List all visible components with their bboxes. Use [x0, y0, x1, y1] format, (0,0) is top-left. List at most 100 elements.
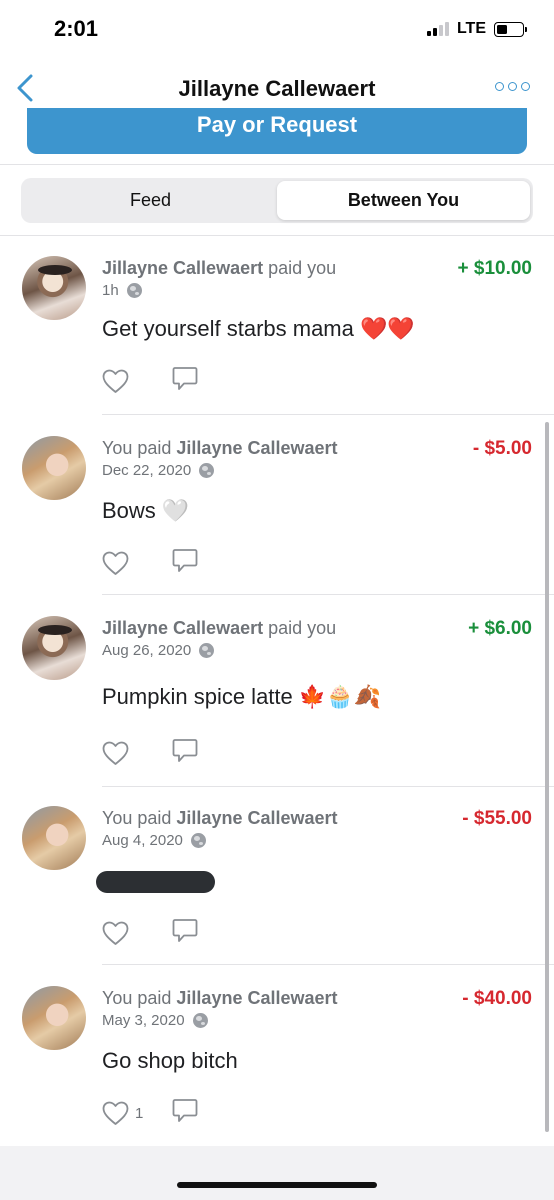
like-button[interactable]: 1 [102, 1101, 172, 1126]
like-button[interactable] [102, 551, 172, 576]
globe-icon [126, 283, 142, 298]
comment-button[interactable] [172, 366, 198, 397]
transaction-description: You paid Jillayne Callewaert [102, 988, 338, 1009]
heart-icon [102, 369, 129, 393]
globe-icon [192, 1013, 208, 1028]
desc-suffix: paid you [263, 618, 337, 638]
desc-suffix: paid you [263, 258, 337, 278]
bottom-bar [0, 1146, 554, 1200]
avatar [22, 986, 86, 1050]
network-type: LTE [456, 20, 486, 37]
feed-item[interactable]: Jillayne Callewaert paid you + $10.00 1h… [0, 236, 554, 416]
transaction-meta: Aug 4, 2020 [102, 832, 206, 849]
payee-name[interactable]: Jillayne Callewaert [176, 988, 337, 1008]
comment-icon [172, 1099, 198, 1122]
globe-icon [190, 833, 206, 848]
feed-segmented-control: Feed Between You [21, 178, 533, 223]
comment-button[interactable] [172, 548, 198, 579]
like-button[interactable] [102, 369, 172, 394]
desc-prefix: You paid [102, 808, 177, 828]
payer-name[interactable]: Jillayne Callewaert [102, 258, 263, 278]
avatar [22, 806, 86, 870]
payee-name[interactable]: Jillayne Callewaert [176, 438, 337, 458]
comment-button[interactable] [172, 1098, 198, 1129]
transaction-message: Bows 🤍 [102, 498, 190, 523]
comment-button[interactable] [172, 918, 198, 949]
signal-icon [426, 22, 449, 36]
timestamp: Dec 22, 2020 [102, 462, 192, 479]
more-dot [521, 82, 530, 91]
redacted-message [96, 871, 215, 893]
like-count: 1 [135, 1105, 144, 1122]
timestamp: Aug 4, 2020 [102, 832, 183, 849]
heart-icon [102, 921, 129, 945]
tab-feed[interactable]: Feed [24, 181, 277, 220]
item-actions [102, 918, 198, 949]
more-options-button[interactable] [495, 82, 530, 91]
pay-or-request-label: Pay or Request [196, 112, 358, 137]
desc-prefix: You paid [102, 988, 177, 1008]
comment-icon [172, 919, 198, 942]
transaction-description: You paid Jillayne Callewaert [102, 438, 338, 459]
comment-icon [172, 367, 198, 390]
comment-icon [172, 549, 198, 572]
transaction-description: Jillayne Callewaert paid you [102, 258, 336, 279]
pay-or-request-button[interactable]: Pay or Request [27, 108, 527, 154]
feed-item[interactable]: Jillayne Callewaert paid you + $6.00 Aug… [0, 596, 554, 787]
payee-name[interactable]: Jillayne Callewaert [176, 808, 337, 828]
divider [102, 414, 554, 415]
timestamp: Aug 26, 2020 [102, 642, 192, 659]
item-actions: 1 [102, 1098, 198, 1129]
feed-item[interactable]: You paid Jillayne Callewaert - $40.00 Ma… [0, 966, 554, 1146]
timestamp: 1h [102, 282, 119, 299]
more-dot [508, 82, 517, 91]
globe-icon [199, 643, 215, 658]
avatar [22, 436, 86, 500]
avatar [22, 256, 86, 320]
transaction-amount: + $6.00 [468, 618, 532, 639]
like-button[interactable] [102, 741, 172, 766]
transaction-message: Go shop bitch [102, 1048, 238, 1073]
tab-between-you[interactable]: Between You [277, 181, 530, 220]
scrollbar[interactable] [545, 422, 549, 1132]
divider [102, 964, 554, 965]
transaction-message: Pumpkin spice latte 🍁🧁🍂 [102, 684, 382, 709]
heart-icon [102, 741, 129, 765]
item-actions [102, 738, 198, 769]
status-indicators: LTE [426, 20, 527, 38]
page-title: Jillayne Callewaert [178, 76, 376, 101]
transaction-message: Get yourself starbs mama ❤️❤️ [102, 316, 415, 341]
heart-icon [102, 1101, 129, 1125]
comment-button[interactable] [172, 738, 198, 769]
like-button[interactable] [102, 921, 172, 946]
home-indicator[interactable] [177, 1182, 377, 1188]
item-actions [102, 366, 198, 397]
transaction-amount: - $5.00 [472, 438, 532, 459]
feed-item[interactable]: You paid Jillayne Callewaert - $55.00 Au… [0, 786, 554, 966]
item-actions [102, 548, 198, 579]
battery-icon [494, 21, 527, 37]
payer-name[interactable]: Jillayne Callewaert [102, 618, 263, 638]
feed-item[interactable]: You paid Jillayne Callewaert - $5.00 Dec… [0, 416, 554, 596]
divider [0, 164, 554, 165]
transaction-amount: + $10.00 [457, 258, 533, 279]
divider [102, 594, 554, 595]
avatar [22, 616, 86, 680]
transaction-meta: Aug 26, 2020 [102, 642, 215, 659]
transaction-feed: Jillayne Callewaert paid you + $10.00 1h… [0, 236, 554, 1146]
status-time: 2:01 [54, 16, 99, 41]
transaction-description: Jillayne Callewaert paid you [102, 618, 336, 639]
comment-icon [172, 739, 198, 762]
transaction-meta: May 3, 2020 [102, 1012, 208, 1029]
timestamp: May 3, 2020 [102, 1012, 185, 1029]
heart-icon [102, 551, 129, 575]
transaction-meta: Dec 22, 2020 [102, 462, 215, 479]
transaction-amount: - $40.00 [462, 988, 532, 1009]
transaction-description: You paid Jillayne Callewaert [102, 808, 338, 829]
transaction-amount: - $55.00 [462, 808, 532, 829]
globe-icon [199, 463, 215, 478]
more-dot [495, 82, 504, 91]
transaction-meta: 1h [102, 282, 142, 299]
status-bar: 2:01 LTE [0, 0, 554, 62]
desc-prefix: You paid [102, 438, 177, 458]
